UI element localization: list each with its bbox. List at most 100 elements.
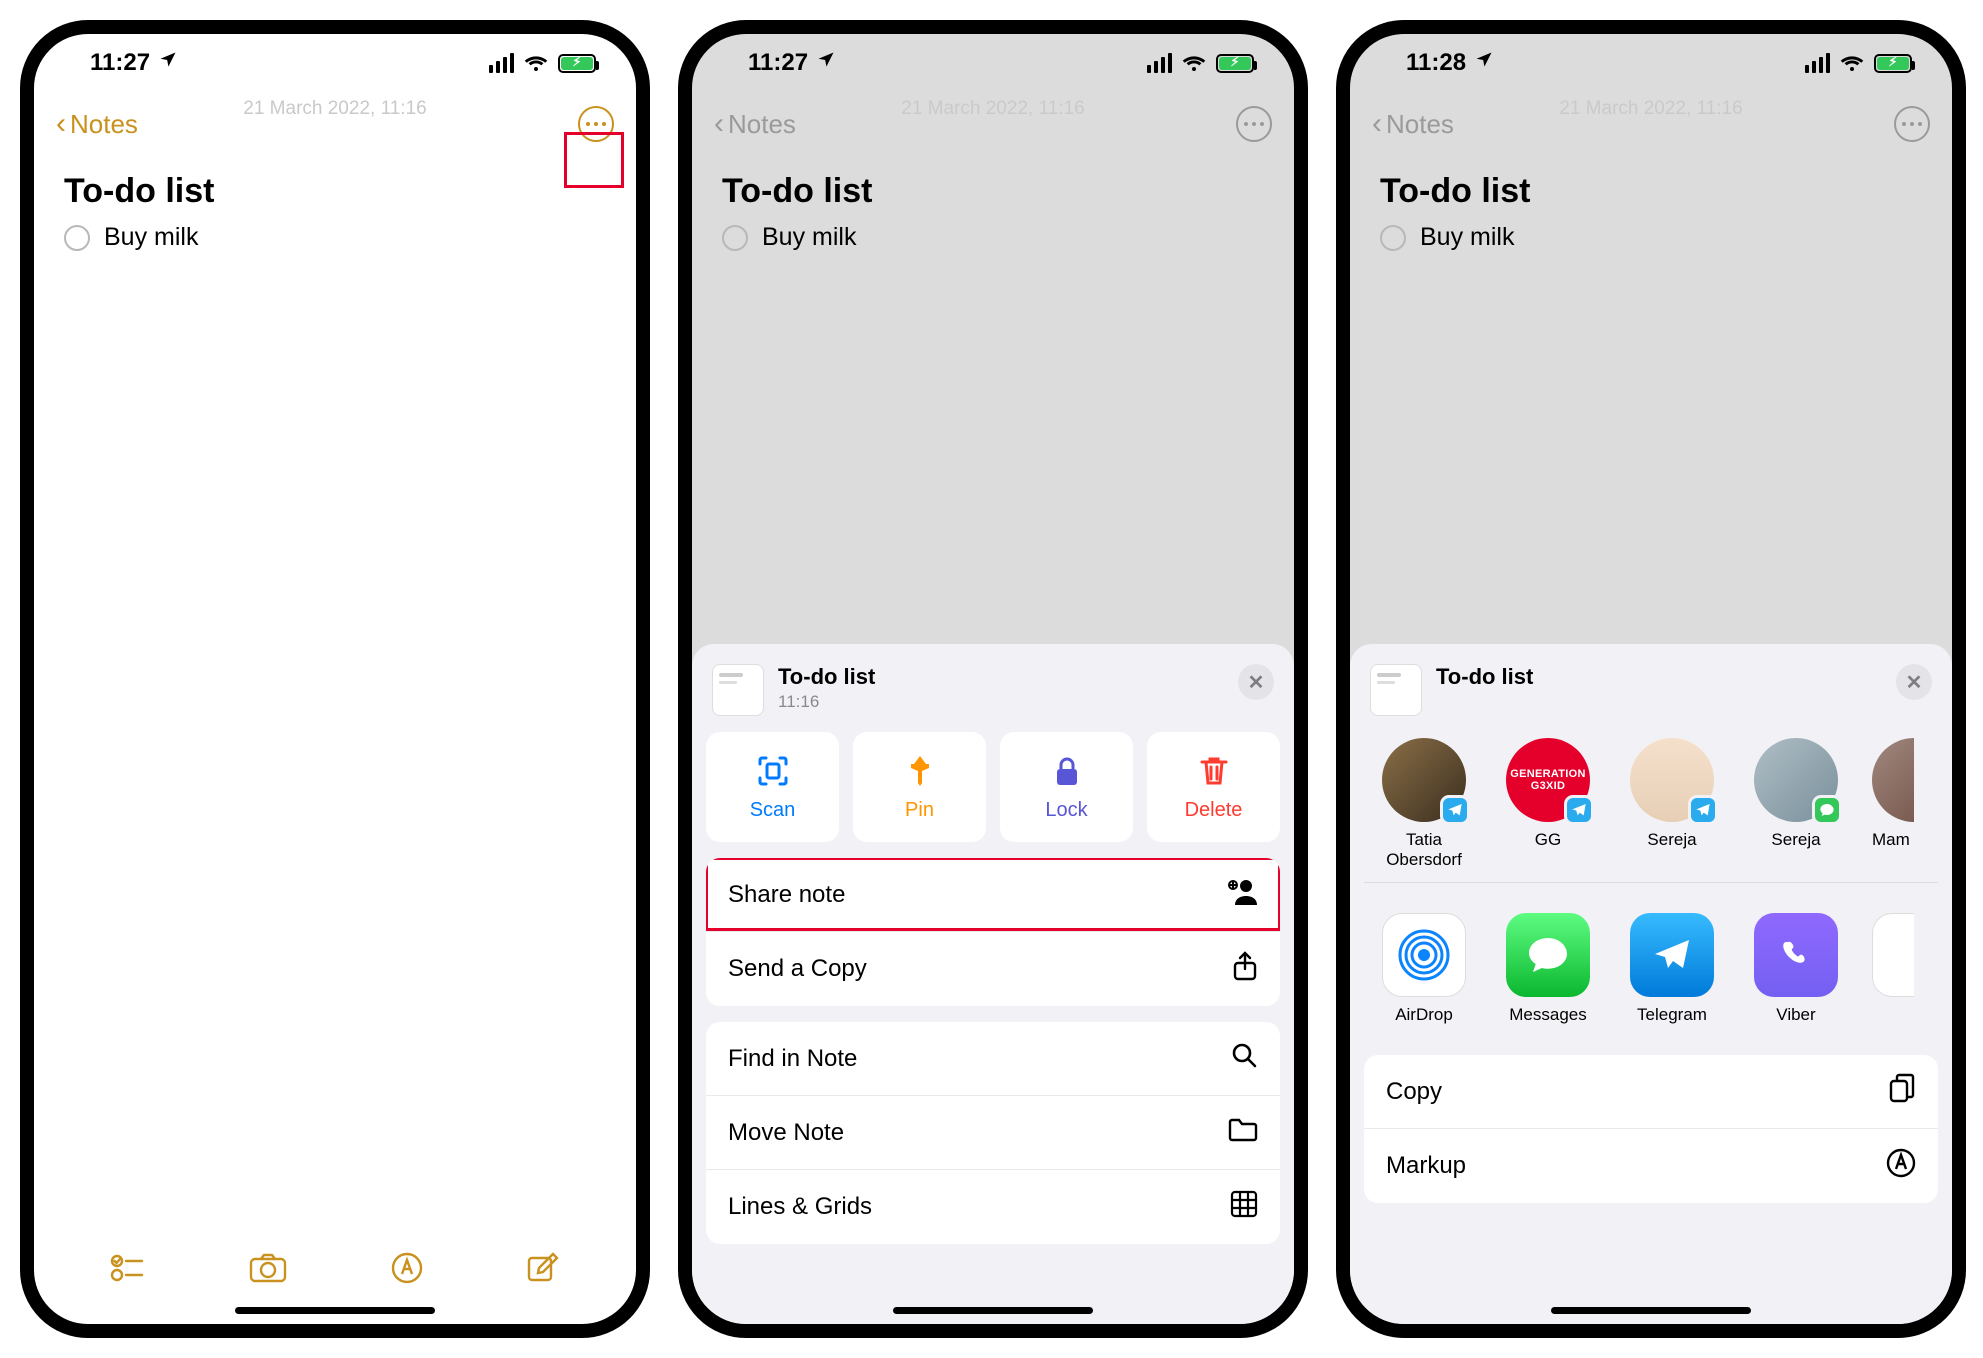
- note-title: To-do list: [1380, 172, 1922, 211]
- note-title[interactable]: To-do list: [64, 172, 606, 211]
- close-button[interactable]: ✕: [1896, 664, 1932, 700]
- delete-label: Delete: [1185, 799, 1243, 822]
- contact-item[interactable]: Tatia Obersdorf: [1376, 738, 1472, 870]
- person-add-icon: [1226, 877, 1258, 912]
- app-item-viber[interactable]: Viber: [1748, 913, 1844, 1025]
- sheet-subtitle: 11:16: [778, 692, 875, 712]
- telegram-icon: [1630, 913, 1714, 997]
- sheet-thumbnail: [712, 664, 764, 716]
- status-time: 11:27: [748, 49, 808, 77]
- contact-name: Sereja: [1647, 830, 1696, 850]
- messages-badge-icon: [1812, 795, 1842, 825]
- avatar: [1872, 738, 1914, 822]
- nav-bar: ‹ Notes: [692, 92, 1294, 156]
- contact-item[interactable]: Sereja: [1624, 738, 1720, 870]
- markup-icon: [1886, 1148, 1916, 1185]
- app-item-airdrop[interactable]: AirDrop: [1376, 913, 1472, 1025]
- wifi-icon: [1840, 53, 1864, 73]
- more-actions-button: [1894, 106, 1930, 142]
- note-title: To-do list: [722, 172, 1264, 211]
- delete-button[interactable]: Delete: [1147, 732, 1280, 842]
- cellular-signal-icon: [1147, 53, 1172, 73]
- avatar-text: GENERATION G3XID: [1510, 768, 1586, 792]
- camera-button[interactable]: [249, 1253, 287, 1288]
- folder-icon: [1228, 1116, 1258, 1149]
- cellular-signal-icon: [489, 53, 514, 73]
- find-row[interactable]: Find in Note: [706, 1022, 1280, 1096]
- wifi-icon: [1182, 53, 1206, 73]
- app-item-more[interactable]: [1872, 913, 1914, 1025]
- sheet-title: To-do list: [778, 664, 875, 690]
- lines-grids-row[interactable]: Lines & Grids: [706, 1170, 1280, 1244]
- home-indicator[interactable]: [1551, 1307, 1751, 1314]
- home-indicator[interactable]: [235, 1307, 435, 1314]
- battery-icon: ⚡︎: [1216, 54, 1254, 73]
- checklist-item: Buy milk: [1380, 223, 1922, 252]
- more-actions-button[interactable]: [578, 106, 614, 142]
- checklist-button[interactable]: [110, 1253, 146, 1288]
- chevron-left-icon: ‹: [1372, 109, 1382, 139]
- checklist-item: Buy milk: [722, 223, 1264, 252]
- close-icon: ✕: [1248, 670, 1265, 695]
- nav-bar: ‹ Notes: [34, 92, 636, 156]
- lock-icon: [1049, 753, 1085, 789]
- nav-bar: ‹ Notes: [1350, 92, 1952, 156]
- markup-button[interactable]: [391, 1252, 423, 1289]
- home-indicator[interactable]: [893, 1307, 1093, 1314]
- back-button: ‹ Notes: [1372, 109, 1454, 140]
- chevron-left-icon: ‹: [56, 109, 66, 139]
- status-bar: 11:27 ⚡︎: [692, 34, 1294, 92]
- status-bar: 11:28 ⚡︎: [1350, 34, 1952, 92]
- compose-button[interactable]: [526, 1251, 560, 1290]
- back-label: Notes: [1386, 109, 1454, 140]
- pin-label: Pin: [905, 799, 934, 822]
- share-contacts: Tatia Obersdorf GENERATION G3XID GG Sere…: [1364, 732, 1938, 883]
- markup-row[interactable]: Markup: [1364, 1129, 1938, 1203]
- actions-sheet: To-do list 11:16 ✕ Scan Pin Lock De: [692, 644, 1294, 1324]
- telegram-badge-icon: [1564, 795, 1594, 825]
- copy-row[interactable]: Copy: [1364, 1055, 1938, 1129]
- checklist-text: Buy milk: [104, 223, 198, 252]
- scan-icon: [755, 753, 791, 789]
- app-item-telegram[interactable]: Telegram: [1624, 913, 1720, 1025]
- battery-icon: ⚡︎: [558, 54, 596, 73]
- cellular-signal-icon: [1805, 53, 1830, 73]
- close-button[interactable]: ✕: [1238, 664, 1274, 700]
- checklist-item[interactable]: Buy milk: [64, 223, 606, 252]
- send-copy-row[interactable]: Send a Copy: [706, 932, 1280, 1006]
- share-group: Share note Send a Copy: [706, 858, 1280, 1006]
- contact-item[interactable]: GENERATION G3XID GG: [1500, 738, 1596, 870]
- location-icon: [816, 49, 836, 77]
- row-label: Share note: [728, 881, 845, 909]
- telegram-badge-icon: [1688, 795, 1718, 825]
- messages-icon: [1506, 913, 1590, 997]
- checkbox-icon: [722, 225, 748, 251]
- grid-icon: [1230, 1190, 1258, 1225]
- copy-icon: [1888, 1073, 1916, 1110]
- avatar: [1630, 738, 1714, 822]
- more-actions-button: [1236, 106, 1272, 142]
- contact-name: GG: [1535, 830, 1561, 850]
- lock-label: Lock: [1045, 799, 1087, 822]
- app-item-messages[interactable]: Messages: [1500, 913, 1596, 1025]
- scan-button[interactable]: Scan: [706, 732, 839, 842]
- battery-icon: ⚡︎: [1874, 54, 1912, 73]
- checklist-text: Buy milk: [762, 223, 856, 252]
- checkbox-icon: [1380, 225, 1406, 251]
- pin-button[interactable]: Pin: [853, 732, 986, 842]
- share-note-row[interactable]: Share note: [706, 858, 1280, 932]
- contact-item[interactable]: Mam: [1872, 738, 1914, 870]
- share-sheet: To-do list ✕ Tatia Obersdorf GENERATION …: [1350, 644, 1952, 1324]
- contact-name: Tatia Obersdorf: [1376, 830, 1472, 870]
- app-label: Viber: [1776, 1005, 1815, 1025]
- share-icon: [1232, 951, 1258, 988]
- back-button[interactable]: ‹ Notes: [56, 109, 138, 140]
- move-row[interactable]: Move Note: [706, 1096, 1280, 1170]
- back-label: Notes: [70, 109, 138, 140]
- status-bar: 11:27 ⚡︎: [34, 34, 636, 92]
- note-actions-group: Find in Note Move Note Lines & Grids: [706, 1022, 1280, 1244]
- checkbox-icon[interactable]: [64, 225, 90, 251]
- phone-screenshot-3: 11:28 ⚡︎ ‹ Notes 21 March 2022, 11:16 To…: [1336, 20, 1966, 1338]
- contact-item[interactable]: Sereja: [1748, 738, 1844, 870]
- lock-button[interactable]: Lock: [1000, 732, 1133, 842]
